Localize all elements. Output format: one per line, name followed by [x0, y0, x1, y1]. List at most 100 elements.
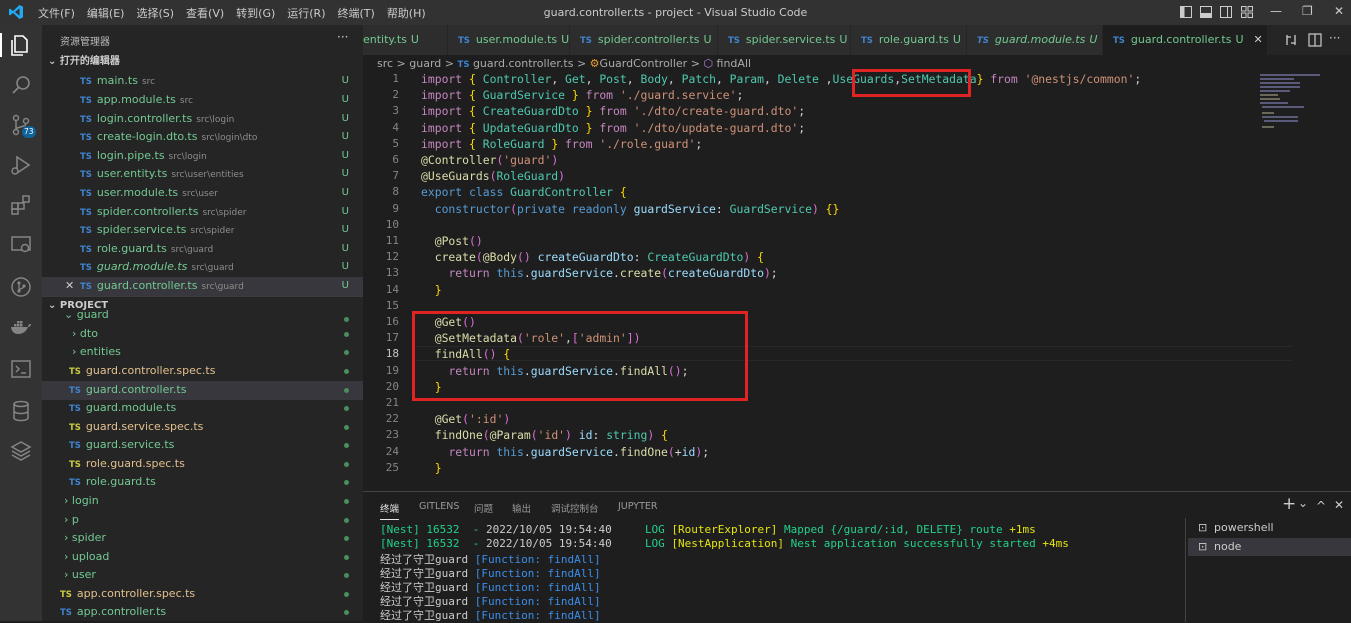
open-editor-item[interactable]: TS spider.service.ts src\spider U	[42, 221, 363, 240]
tab[interactable]: TS spider.service.ts U	[718, 25, 851, 55]
code-line: return this.guardService.findOne(+id);	[448, 444, 710, 459]
open-editor-item[interactable]: TS main.ts src U	[42, 72, 363, 91]
code-line: @Get(':id')	[434, 412, 511, 427]
toggle-panel-icon[interactable]	[1200, 6, 1212, 18]
open-editor-item[interactable]: TS app.module.ts src U	[42, 91, 363, 110]
code-editor[interactable]: 1 2 3 4 5 6 7 8 9 10 11 12 13 14 15 16 1…	[363, 69, 1351, 490]
tree-file[interactable]: TS role.guard.spec.ts	[42, 455, 363, 474]
restore-icon[interactable]: ❐	[1302, 4, 1313, 18]
terminal-instance-powershell[interactable]: ⊡ powershell	[1188, 519, 1351, 537]
code-line: @Controller('guard')	[421, 153, 559, 167]
tree-folder[interactable]: › login	[42, 492, 363, 511]
open-editor-item[interactable]: TS create-login.dto.ts src\login\dto U	[42, 128, 363, 147]
open-editor-item[interactable]: TS spider.controller.ts src\spider U	[42, 203, 363, 222]
open-editor-item[interactable]: TS login.controller.ts src\login U	[42, 110, 363, 129]
minimap[interactable]	[1258, 72, 1338, 132]
close-window-icon[interactable]: ✕	[1334, 4, 1344, 18]
panel-tab-gitlens[interactable]: GITLENS	[419, 501, 459, 512]
terminal-icon: ⊡	[1198, 521, 1208, 534]
open-editors-header[interactable]: ⌄ 打开的编辑器	[42, 53, 363, 71]
extensions-icon[interactable]	[9, 193, 33, 217]
code-line: import { UpdateGuardDto } from './dto/up…	[421, 120, 806, 135]
method-icon: ⬡	[703, 57, 714, 70]
more-actions-icon[interactable]: ···	[337, 30, 348, 44]
tree-folder[interactable]: › dto	[42, 325, 363, 344]
tree-file[interactable]: TS role.guard.ts	[42, 473, 363, 492]
terminal-line: [Nest] 16532 - 2022/10/05 19:54:40 LOG […	[380, 537, 1069, 550]
tree-folder[interactable]: › entities	[42, 343, 363, 362]
toggle-sidebar-icon[interactable]	[1180, 6, 1192, 18]
open-editor-item[interactable]: TS role.guard.ts src\guard U	[42, 240, 363, 259]
split-editor-icon[interactable]	[1308, 33, 1322, 47]
database-icon[interactable]	[9, 399, 33, 423]
tree-file[interactable]: TS guard.service.spec.ts	[42, 418, 363, 437]
maximize-panel-icon[interactable]: ^	[1316, 499, 1326, 513]
chevron-down-icon: ⌄	[48, 56, 60, 67]
tree-file[interactable]: TS app.controller.spec.ts	[42, 585, 363, 604]
chevron-right-icon: ›	[64, 531, 69, 544]
panel-tab-debug-console[interactable]: 调试控制台	[551, 501, 599, 515]
editor-more-icon[interactable]: ···	[1329, 31, 1340, 45]
tree-file[interactable]: TS app.controller.ts	[42, 603, 363, 622]
docker-icon[interactable]	[9, 315, 33, 339]
toggle-secondary-sidebar-icon[interactable]	[1220, 6, 1232, 18]
panel-tab-output[interactable]: 输出	[512, 501, 531, 515]
open-editor-item-active[interactable]: ✕ TS guard.controller.ts src\guard U	[42, 277, 363, 296]
terminal-dropdown-icon[interactable]: ⌄	[1298, 496, 1308, 510]
code-line: constructor(private readonly guardServic…	[434, 201, 840, 216]
code-line: import { RoleGuard } from './role.guard'…	[421, 136, 703, 151]
compare-changes-icon[interactable]	[1284, 33, 1298, 47]
terminal-icon[interactable]	[9, 357, 33, 381]
tab[interactable]: entity.ts U	[363, 25, 448, 55]
code-line: import { GuardService } from './guard.se…	[421, 88, 744, 103]
panel-tab-terminal[interactable]: 终端	[380, 501, 400, 520]
open-editor-item[interactable]: TS user.module.ts src\user U	[42, 184, 363, 203]
chevron-right-icon: ›	[72, 327, 77, 340]
tab-active[interactable]: TS guard.controller.ts U ✕	[1103, 25, 1268, 55]
code-line: return this.guardService.create(createGu…	[448, 266, 778, 281]
explorer-icon[interactable]	[9, 33, 33, 57]
panel-tab-problems[interactable]: 问题	[474, 501, 493, 515]
close-panel-icon[interactable]: ✕	[1334, 498, 1344, 512]
tab[interactable]: TS user.module.ts U	[448, 25, 570, 55]
close-tab-icon[interactable]: ✕	[1254, 33, 1263, 46]
bottom-panel: 终端 GITLENS 问题 输出 调试控制台 JUPYTER + ⌄ ^ ✕ […	[363, 491, 1351, 622]
explorer-sidebar: 资源管理器 ··· ⌄ 打开的编辑器 TS main.ts src U TS app.m…	[42, 25, 363, 621]
code-line: @UseGuards(RoleGuard)	[421, 169, 566, 184]
highlight-box-findall	[412, 311, 748, 401]
run-debug-icon[interactable]	[9, 153, 33, 177]
customize-layout-icon[interactable]	[1241, 6, 1253, 18]
tree-folder[interactable]: › user	[42, 566, 363, 585]
panel-tab-jupyter[interactable]: JUPYTER	[618, 501, 657, 512]
tab[interactable]: TS guard.module.ts U	[967, 25, 1103, 55]
close-editor-icon[interactable]: ✕	[65, 277, 74, 296]
tree-file[interactable]: TS guard.controller.spec.ts	[42, 362, 363, 381]
open-editor-item[interactable]: TS login.pipe.ts src\login U	[42, 147, 363, 166]
tree-file[interactable]: TS guard.module.ts	[42, 399, 363, 418]
highlight-box-import	[852, 69, 971, 97]
code-line: import { Controller, Get, Post, Body, Pa…	[421, 72, 1142, 86]
tab[interactable]: TS role.guard.ts U	[851, 25, 967, 55]
open-editor-item[interactable]: TS user.entity.ts src\user\entities U	[42, 165, 363, 184]
tree-folder[interactable]: › upload	[42, 548, 363, 567]
chevron-right-icon: ›	[64, 494, 69, 507]
minimize-icon[interactable]: —	[1270, 4, 1282, 18]
tree-file[interactable]: TS guard.service.ts	[42, 436, 363, 455]
tree-folder[interactable]: › p	[42, 511, 363, 530]
tab[interactable]: TS spider.controller.ts U	[570, 25, 718, 55]
remote-explorer-icon[interactable]	[9, 233, 33, 257]
terminal-line: [Nest] 16532 - 2022/10/05 19:54:40 LOG […	[380, 523, 1036, 536]
tree-folder[interactable]: › spider	[42, 529, 363, 548]
code-line: export class GuardController {	[421, 185, 627, 200]
terminal-icon: ⊡	[1198, 540, 1208, 553]
tree-folder-guard[interactable]: ⌄ guard	[42, 310, 363, 322]
search-icon[interactable]	[9, 73, 33, 97]
editor-tabs: entity.ts U TS user.module.ts U TS spider.co…	[363, 25, 1351, 55]
terminal-instance-node[interactable]: ⊡ node	[1188, 538, 1351, 556]
tree-file-selected[interactable]: TS guard.controller.ts	[42, 381, 363, 400]
git-graph-icon[interactable]	[9, 275, 33, 299]
layers-icon[interactable]	[9, 439, 33, 463]
open-editor-item[interactable]: TS guard.module.ts src\guard U	[42, 258, 363, 277]
terminal-divider	[1185, 518, 1186, 622]
new-terminal-icon[interactable]: +	[1282, 494, 1296, 514]
